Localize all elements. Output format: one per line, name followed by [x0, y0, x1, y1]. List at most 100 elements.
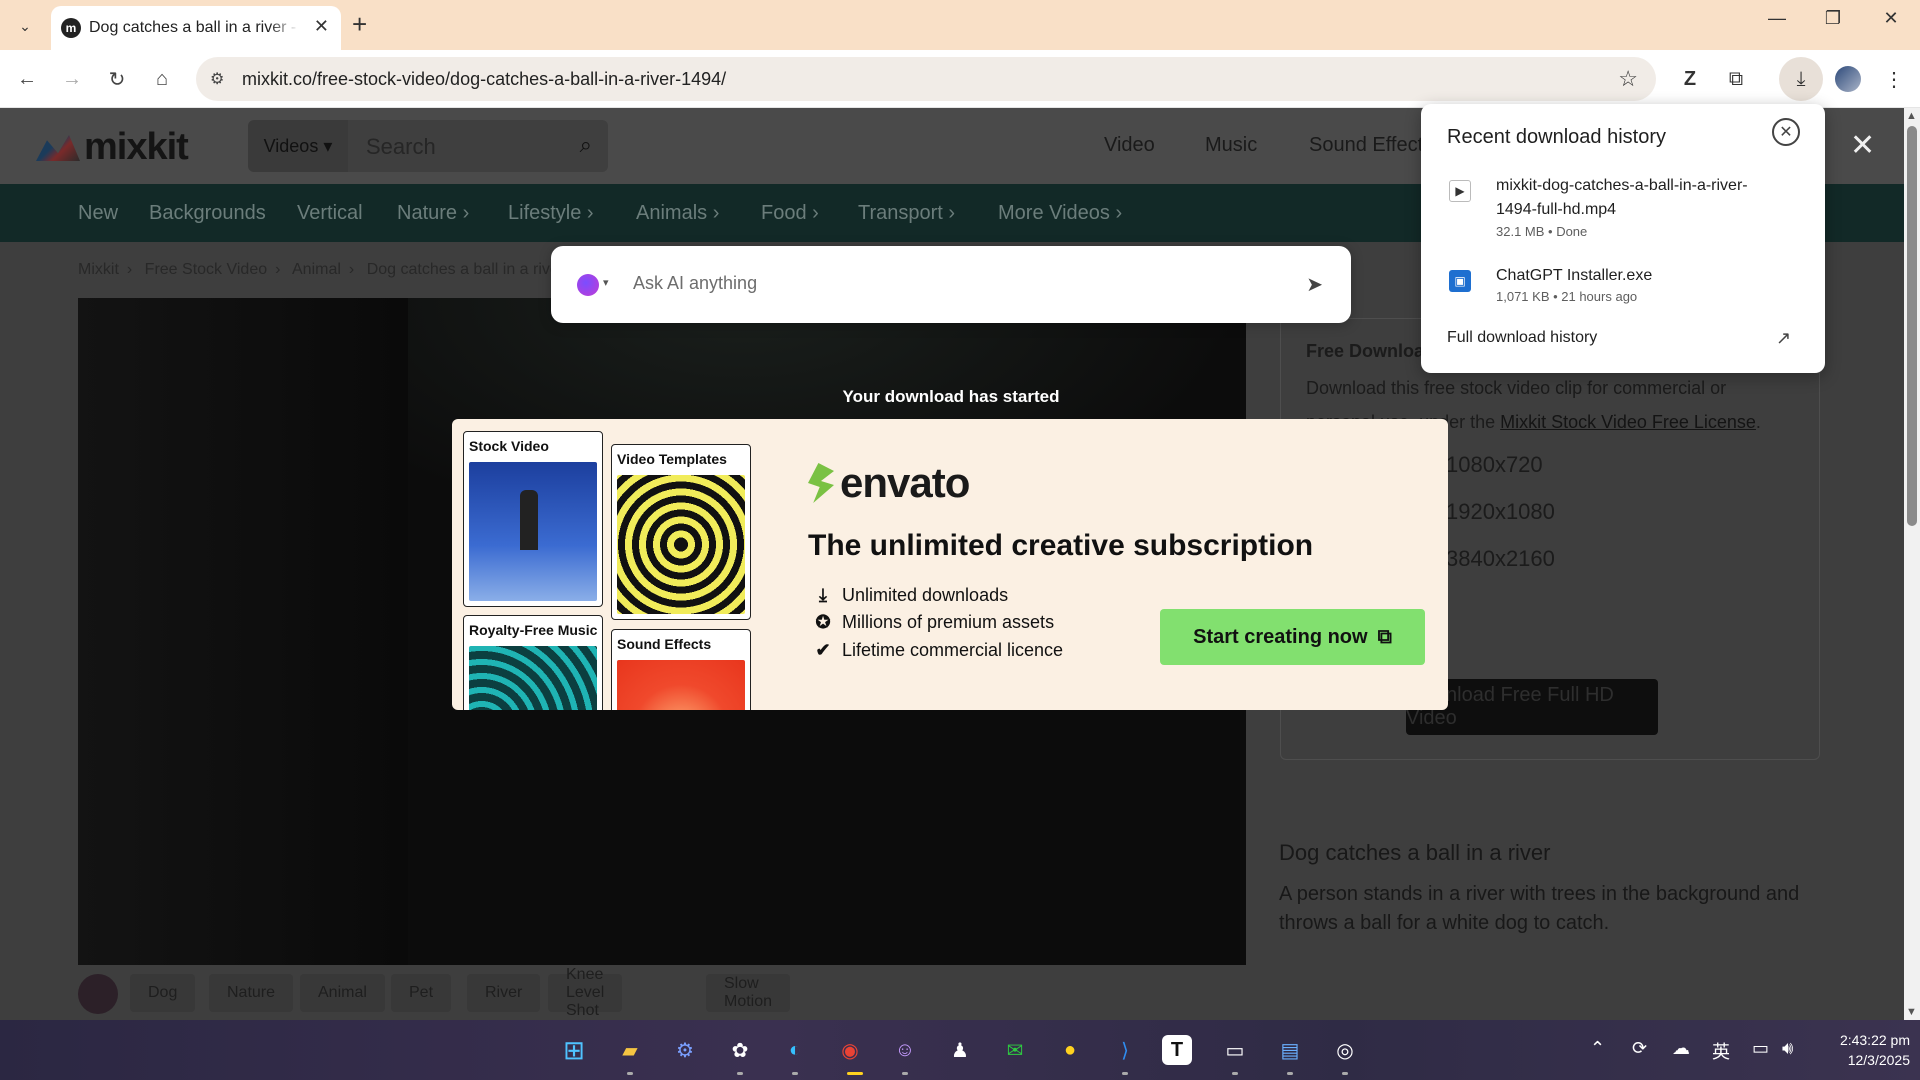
search-icon[interactable]: ⌕ [580, 132, 592, 158]
scroll-up-icon[interactable]: ▲ [1906, 110, 1917, 122]
edge-browser-icon[interactable]: ◐ [777, 1032, 813, 1068]
close-circle-icon[interactable]: ✕ [1772, 118, 1800, 146]
qq-penguin-icon[interactable]: ♟ [942, 1032, 978, 1068]
license-link[interactable]: Mixkit Stock Video Free License [1500, 412, 1756, 432]
typora-icon[interactable]: T [1162, 1035, 1192, 1065]
home-icon[interactable]: ⌂ [147, 64, 177, 94]
nav-sound-effects[interactable]: Sound Effects [1309, 134, 1433, 157]
restore-icon[interactable]: ❐ [1810, 8, 1856, 29]
browser-tab-bar: ⌄ m Dog catches a ball in a river - Free… [0, 0, 1920, 50]
forward-arrow-icon[interactable]: → [57, 64, 87, 94]
chevron-down-icon[interactable]: ▾ [603, 276, 609, 289]
tray-overflow-chevron-icon[interactable]: ⌃ [1590, 1038, 1605, 1059]
cat-animals[interactable]: Animals › [636, 202, 719, 225]
search-placeholder: Search [366, 134, 436, 159]
new-tab-button[interactable]: + [352, 10, 367, 38]
ask-ai-input[interactable]: Ask AI anything [633, 273, 757, 294]
record-app-icon[interactable]: ◎ [1327, 1032, 1363, 1068]
full-download-history-link[interactable]: Full download history [1447, 329, 1597, 347]
active-tab[interactable]: m Dog catches a ball in a river - Free S… [51, 6, 341, 50]
file-explorer-icon[interactable]: ▰ [612, 1032, 648, 1068]
bookmark-star-icon[interactable]: ☆ [1618, 66, 1638, 92]
cat-food[interactable]: Food › [761, 202, 819, 225]
back-arrow-icon[interactable]: ← [12, 64, 42, 94]
download-item-name[interactable]: mixkit-dog-catches-a-ball-in-a-river-149… [1496, 174, 1756, 222]
profile-avatar[interactable] [1832, 63, 1864, 95]
url-text[interactable]: mixkit.co/free-stock-video/dog-catches-a… [242, 69, 726, 90]
extensions-puzzle-icon[interactable]: ⧉ [1720, 63, 1752, 95]
yellow-app-icon[interactable]: ● [1052, 1032, 1088, 1068]
download-item-name[interactable]: ChatGPT Installer.exe [1496, 264, 1756, 288]
remote-desktop-icon[interactable]: ▤ [1272, 1032, 1308, 1068]
minimize-icon[interactable]: — [1754, 8, 1800, 29]
zotero-extension-icon[interactable]: Z [1674, 63, 1706, 95]
mixkit-logo[interactable]: mixkit [36, 126, 189, 169]
tab-search-chevron-icon[interactable]: ⌄ [11, 12, 39, 40]
sync-icon[interactable]: ⟳ [1632, 1038, 1647, 1059]
scrollbar-thumb[interactable] [1907, 126, 1917, 526]
site-info-icon[interactable]: ⚙ [210, 69, 224, 89]
system-clock[interactable]: 2:43:22 pm 12/3/2025 [1820, 1030, 1910, 1070]
resolution-option-720[interactable]: 1080x720 [1446, 452, 1543, 478]
running-indicator [1342, 1072, 1348, 1075]
type-select[interactable]: Videos ▾ [248, 120, 348, 172]
download-icon: ⤓ [819, 585, 827, 605]
ask-ai-bar[interactable]: ▾ Ask AI anything ➤ [551, 246, 1351, 323]
cat-vertical[interactable]: Vertical [297, 202, 363, 225]
resolution-option-4k[interactable]: 3840x2160 [1446, 546, 1555, 572]
cat-more-videos[interactable]: More Videos › [998, 202, 1122, 225]
overlay-close-icon[interactable]: ✕ [1850, 128, 1875, 163]
network-icon[interactable]: ▭ [1752, 1038, 1769, 1059]
ai-assistant-icon[interactable] [577, 274, 599, 296]
vscode-icon[interactable]: ⟩ [1107, 1032, 1143, 1068]
window-close-icon[interactable]: ✕ [1868, 8, 1914, 29]
onedrive-icon[interactable]: ☁ [1672, 1038, 1690, 1059]
settings-gear-icon[interactable]: ⚙ [667, 1032, 703, 1068]
send-icon[interactable]: ➤ [1306, 272, 1323, 297]
tag-animal[interactable]: Animal [300, 974, 385, 1012]
external-link-icon: ⧉ [1377, 625, 1392, 648]
tag-nature[interactable]: Nature [209, 974, 294, 1012]
reload-icon[interactable]: ↻ [102, 64, 132, 94]
crumb-mixkit[interactable]: Mixkit [78, 261, 119, 278]
terminal-icon[interactable]: ▭ [1217, 1032, 1253, 1068]
nav-video[interactable]: Video [1104, 134, 1155, 157]
download-panel-title: Free Download [1306, 341, 1436, 361]
cat-lifestyle[interactable]: Lifestyle › [508, 202, 594, 225]
tag-dog[interactable]: Dog [130, 974, 196, 1012]
cat-app-icon[interactable]: ☺ [887, 1032, 923, 1068]
author-avatar[interactable] [78, 974, 118, 1014]
card-video-templates[interactable]: Video Templates [611, 444, 751, 620]
nav-music[interactable]: Music [1205, 134, 1257, 157]
card-royalty-free-music[interactable]: Royalty-Free Music [463, 615, 603, 710]
tag-slow-motion[interactable]: Slow Motion [706, 974, 791, 1012]
tag-knee-level-shot[interactable]: Knee Level Shot [548, 966, 623, 1019]
ime-indicator[interactable]: 英 [1712, 1038, 1730, 1064]
open-in-new-icon[interactable]: ↗ [1776, 328, 1791, 349]
page-scrollbar[interactable]: ▲ ▼ [1904, 108, 1920, 1020]
crumb-free-stock-video[interactable]: Free Stock Video [145, 261, 267, 278]
browser-menu-icon[interactable]: ⋮ [1878, 63, 1910, 95]
card-sound-effects[interactable]: Sound Effects [611, 629, 751, 710]
chrome-browser-icon[interactable]: ◉ [832, 1032, 868, 1068]
downloads-icon[interactable]: ⤓ [1779, 57, 1823, 101]
resolution-option-1080[interactable]: 1920x1080 [1446, 499, 1555, 525]
scroll-down-icon[interactable]: ▼ [1906, 1006, 1917, 1018]
wechat-icon[interactable]: ✉ [997, 1032, 1033, 1068]
running-indicator [1232, 1072, 1238, 1075]
cat-new[interactable]: New [78, 202, 118, 225]
crumb-animal[interactable]: Animal [292, 261, 341, 278]
volume-icon[interactable]: 🔊︎ [1782, 1038, 1793, 1059]
cat-backgrounds[interactable]: Backgrounds [149, 202, 266, 225]
start-creating-button[interactable]: Start creating now ⧉ [1160, 609, 1425, 665]
cat-nature[interactable]: Nature › [397, 202, 469, 225]
tag-pet[interactable]: Pet [391, 974, 452, 1012]
tab-close-icon[interactable]: ✕ [314, 16, 329, 37]
tag-river[interactable]: River [467, 974, 541, 1012]
windows-start-icon[interactable]: ⊞ [556, 1032, 592, 1068]
chatgpt-icon[interactable]: ✿ [722, 1032, 758, 1068]
search-input[interactable]: Search ⌕ [348, 120, 608, 172]
card-stock-video[interactable]: Stock Video [463, 431, 603, 607]
address-bar[interactable]: ⚙ mixkit.co/free-stock-video/dog-catches… [196, 57, 1656, 101]
cat-transport[interactable]: Transport › [858, 202, 955, 225]
